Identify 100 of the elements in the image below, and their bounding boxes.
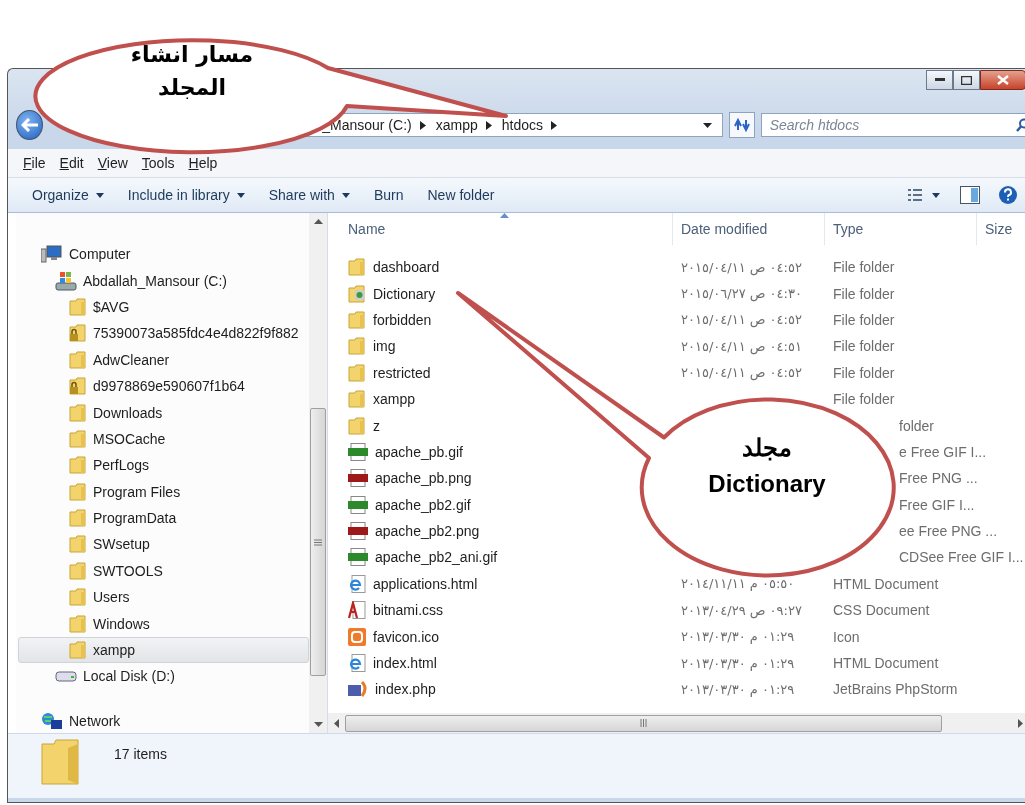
tree-item[interactable]: Downloads xyxy=(18,399,309,426)
file-name[interactable]: apache_pb2.gif xyxy=(375,496,471,513)
menu-item[interactable]: Edit xyxy=(52,155,91,171)
annotation-text: Dictionary xyxy=(708,470,826,498)
maximize-button[interactable] xyxy=(953,70,980,90)
toolbar-button[interactable]: New folder xyxy=(419,183,511,207)
annotation-text: المجلد xyxy=(157,75,227,100)
scroll-left-icon[interactable] xyxy=(334,718,339,728)
tree-item[interactable]: Network xyxy=(18,707,309,733)
maximize-icon xyxy=(961,75,972,85)
scroll-thumb[interactable] xyxy=(345,714,942,732)
menu-item[interactable]: Tools xyxy=(134,155,182,171)
tree-item[interactable]: 75390073a585fdc4e4d822f9f882 xyxy=(18,320,309,347)
close-button[interactable] xyxy=(980,70,1025,90)
tree-item[interactable]: PerfLogs xyxy=(18,452,309,479)
toolbar-button[interactable]: Organize xyxy=(24,183,120,207)
toolbar-button[interactable]: Include in library xyxy=(119,183,261,207)
column-header[interactable]: Size xyxy=(977,213,1025,245)
type-cell-text: e Free GIF I... xyxy=(898,443,987,460)
chevron-icon xyxy=(419,120,426,130)
column-header[interactable]: Name xyxy=(328,213,673,245)
back-arrow-icon xyxy=(20,118,39,132)
scroll-up-icon[interactable] xyxy=(313,219,323,224)
file-name[interactable]: apache_pb2_ani.gif xyxy=(375,549,498,566)
folder-icon xyxy=(69,588,87,607)
file-name[interactable]: Dictionary xyxy=(373,285,436,302)
file-name[interactable]: index.html xyxy=(373,655,437,672)
folder-icon xyxy=(69,641,87,660)
tree-item[interactable]: MSOCache xyxy=(18,425,309,453)
search-field[interactable]: Search htdocs xyxy=(760,113,1025,137)
tree-item[interactable]: xampp xyxy=(18,636,309,664)
file-name[interactable]: forbidden xyxy=(373,311,432,328)
folder-icon xyxy=(348,390,366,409)
chevron-icon xyxy=(485,120,492,130)
type-cell: Icon xyxy=(833,628,860,645)
file-name[interactable]: xampp xyxy=(373,391,416,408)
menu-item[interactable]: File xyxy=(16,155,53,171)
file-name[interactable]: bitnami.css xyxy=(373,602,444,619)
tree-item[interactable]: Computer xyxy=(18,241,309,268)
gif-file-icon xyxy=(348,548,368,567)
date-cell: ٠٤:٥١ ص ٢٠١٥/٠٤/١١ xyxy=(681,338,802,354)
view-list-icon xyxy=(908,188,942,202)
web-page-icon xyxy=(348,574,366,593)
tree-item[interactable]: SWTOOLS xyxy=(18,557,309,585)
file-name[interactable]: favicon.ico xyxy=(373,628,440,645)
file-name[interactable]: img xyxy=(373,338,396,355)
tree-item[interactable]: Users xyxy=(18,584,309,611)
column-header[interactable]: Date modified xyxy=(673,213,825,245)
type-cell-text: CDSee Free GIF I... xyxy=(898,549,1024,566)
search-input[interactable]: Search htdocs xyxy=(769,117,1016,133)
folder-icon xyxy=(348,363,366,382)
horizontal-scrollbar[interactable] xyxy=(328,713,1025,733)
minimize-button[interactable] xyxy=(926,70,953,90)
toolbar-button[interactable]: Share with xyxy=(260,183,366,207)
scroll-right-icon[interactable] xyxy=(1018,718,1023,728)
file-name[interactable]: index.php xyxy=(375,681,436,698)
folder-icon xyxy=(69,403,87,422)
file-name[interactable]: apache_pb.gif xyxy=(375,443,463,460)
type-cell-text: ee Free PNG ... xyxy=(898,523,998,540)
breadcrumb[interactable]: xampp xyxy=(435,117,478,133)
date-cell: ٠١:٢٩ م ٢٠١٣/٠٣/٣٠ xyxy=(681,655,795,671)
refresh-button[interactable] xyxy=(729,112,755,138)
file-name[interactable]: apache_pb.png xyxy=(375,470,472,487)
tree-item[interactable]: Local Disk (D:) xyxy=(18,663,309,690)
tree-item[interactable]: Windows xyxy=(18,610,309,637)
type-cell-text: Free GIF I... xyxy=(898,496,975,513)
tree-item[interactable]: SWsetup xyxy=(18,531,309,558)
type-cell-text: Free PNG ... xyxy=(898,470,978,487)
file-name[interactable]: apache_pb2.png xyxy=(375,523,480,540)
type-cell: File folder xyxy=(833,391,895,408)
folder-icon xyxy=(69,350,87,369)
tree-item[interactable]: AdwCleaner xyxy=(18,346,309,373)
breadcrumb[interactable]: htdocs xyxy=(501,117,543,133)
file-name[interactable]: restricted xyxy=(373,364,431,381)
tree-item[interactable]: Abdallah_Mansour (C:) xyxy=(18,267,309,294)
scroll-thumb[interactable] xyxy=(310,408,326,676)
tree-item[interactable]: d9978869e590607f1b64 xyxy=(18,372,309,400)
locked-folder-icon xyxy=(69,324,87,343)
scroll-down-icon[interactable] xyxy=(313,722,323,727)
folder-icon xyxy=(348,337,366,356)
php-file-icon xyxy=(348,680,368,699)
file-name[interactable]: z xyxy=(373,417,380,434)
tree-item[interactable]: ProgramData xyxy=(18,504,309,532)
vertical-scrollbar[interactable] xyxy=(309,213,327,733)
date-cell: ٠١:٢٩ م ٢٠١٣/٠٣/٣٠ xyxy=(681,681,795,697)
menu-item[interactable]: Help xyxy=(181,155,225,171)
date-cell: ٠٩:٢٧ ص ٢٠١٣/٠٤/٢٩ xyxy=(681,602,802,618)
menu-item[interactable]: View xyxy=(90,155,135,171)
file-name[interactable]: applications.html xyxy=(373,575,478,592)
file-name[interactable]: dashboard xyxy=(373,259,440,276)
toolbar-button[interactable]: Burn xyxy=(365,183,420,207)
png-file-icon xyxy=(348,522,368,541)
document-icon xyxy=(348,601,366,620)
tree-item[interactable]: $AVG xyxy=(18,293,309,321)
back-button[interactable] xyxy=(16,110,44,140)
column-header[interactable]: Type xyxy=(825,213,977,245)
tree-item[interactable]: Program Files xyxy=(18,478,309,505)
annotation-text: مجلد xyxy=(742,434,792,462)
date-cell: ٠٤:٥٢ ص ٢٠١٥/٠٤/١١ xyxy=(681,365,802,381)
gif-file-icon xyxy=(348,495,368,514)
